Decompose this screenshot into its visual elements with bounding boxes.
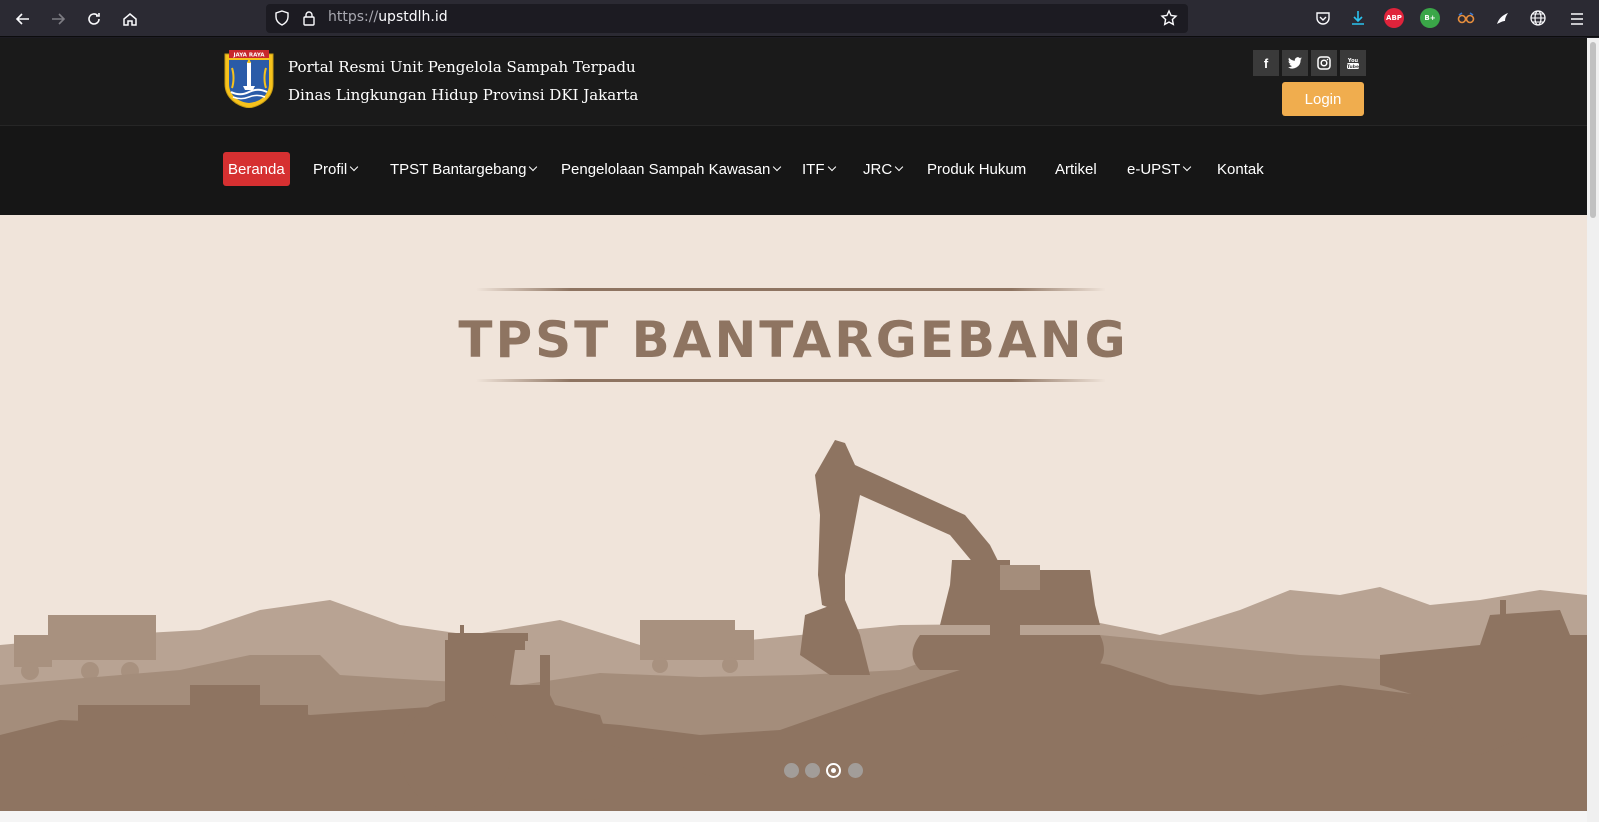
page-content-below (0, 811, 1587, 822)
url-bar[interactable]: https://upstdlh.id (266, 4, 1188, 33)
nav-label: JRC (863, 160, 893, 178)
dki-jakarta-logo[interactable]: JAYA RAYA (223, 48, 275, 108)
chevron-down-icon (529, 162, 538, 172)
nav-label: Pengelolaan Sampah Kawasan (561, 160, 771, 178)
web-page: JAYA RAYA Portal Resmi Unit Pengelola Sa… (0, 38, 1587, 822)
nav-label: Profil (313, 160, 348, 178)
lock-icon[interactable] (302, 10, 316, 26)
nav-label: e-UPST (1127, 160, 1181, 178)
landfill-machinery-illustration (0, 440, 1587, 811)
hamburger-icon (1571, 13, 1583, 25)
chevron-down-icon (1183, 162, 1192, 172)
svg-text:Tube: Tube (1347, 64, 1359, 70)
main-nav: Beranda Profil TPST Bantargebang Pengelo… (0, 126, 1587, 215)
slider-dot-3[interactable] (826, 763, 841, 778)
bookmark-star-icon[interactable] (1160, 9, 1178, 27)
nav-item-profil[interactable]: Profil (308, 152, 362, 186)
back-button[interactable] (10, 6, 36, 32)
globe-extension-icon[interactable] (1528, 8, 1548, 28)
youtube-icon[interactable]: You Tube (1340, 50, 1366, 76)
nav-item-tpst-bantargebang[interactable]: TPST Bantargebang (385, 152, 541, 186)
instagram-icon[interactable] (1311, 50, 1337, 76)
svg-text:JAYA RAYA: JAYA RAYA (232, 53, 265, 59)
shield-icon[interactable] (274, 10, 290, 26)
site-title-line2: Dinas Lingkungan Hidup Provinsi DKI Jaka… (288, 86, 639, 104)
nav-item-beranda[interactable]: Beranda (223, 152, 290, 186)
home-button[interactable] (117, 6, 143, 32)
chevron-down-icon (349, 162, 359, 172)
reload-button[interactable] (81, 6, 107, 32)
forward-button[interactable] (45, 6, 71, 32)
glasses-extension-icon[interactable] (1456, 8, 1476, 28)
hero-title-rule-bottom (476, 379, 1106, 382)
site-header: JAYA RAYA Portal Resmi Unit Pengelola Sa… (0, 38, 1587, 126)
bplus-extension-icon[interactable]: B+ (1420, 8, 1440, 28)
page-scrollbar[interactable] (1587, 38, 1599, 822)
download-icon[interactable] (1348, 8, 1368, 28)
url-scheme: https:// (328, 9, 379, 25)
site-title[interactable]: Portal Resmi Unit Pengelola Sampah Terpa… (288, 53, 638, 109)
bird-extension-icon[interactable] (1492, 8, 1512, 28)
browser-toolbar: https://upstdlh.id ABP B+ (0, 0, 1599, 37)
slider-dot-2[interactable] (805, 763, 820, 778)
site-title-line1: Portal Resmi Unit Pengelola Sampah Terpa… (288, 58, 636, 76)
chevron-down-icon (894, 162, 904, 172)
slider-dot-1[interactable] (784, 763, 799, 778)
nav-label: Beranda (228, 160, 285, 178)
chevron-down-icon (773, 162, 782, 172)
nav-label: Produk Hukum (927, 160, 1027, 178)
url-text[interactable]: https://upstdlh.id (328, 9, 448, 25)
nav-label: ITF (802, 160, 825, 178)
hero-title-rule-top (476, 288, 1106, 291)
reload-icon (88, 13, 100, 25)
login-button[interactable]: Login (1282, 82, 1364, 116)
back-arrow-icon (15, 13, 29, 25)
scrollbar-thumb[interactable] (1590, 42, 1596, 218)
nav-item-pengelolaan-sampah-kawasan[interactable]: Pengelolaan Sampah Kawasan (556, 152, 785, 186)
nav-label: Artikel (1055, 160, 1097, 178)
menu-button[interactable] (1564, 6, 1590, 32)
url-host: upstdlh.id (378, 9, 448, 25)
home-icon (123, 13, 137, 26)
nav-label: Kontak (1217, 160, 1264, 178)
hero-slider[interactable]: TPST BANTARGEBANG (0, 215, 1587, 811)
adblock-plus-icon[interactable]: ABP (1384, 8, 1404, 28)
nav-item-e-upst[interactable]: e-UPST (1122, 152, 1195, 186)
nav-item-kontak[interactable]: Kontak (1212, 152, 1269, 186)
twitter-icon[interactable] (1282, 50, 1308, 76)
nav-item-itf[interactable]: ITF (797, 152, 840, 186)
nav-item-produk-hukum[interactable]: Produk Hukum (922, 152, 1031, 186)
nav-item-artikel[interactable]: Artikel (1050, 152, 1102, 186)
facebook-icon[interactable]: f (1253, 50, 1279, 76)
slider-dot-4[interactable] (848, 763, 863, 778)
forward-arrow-icon (52, 13, 66, 25)
nav-item-jrc[interactable]: JRC (858, 152, 907, 186)
nav-label: TPST Bantargebang (390, 160, 527, 178)
pocket-icon[interactable] (1313, 8, 1333, 28)
chevron-down-icon (827, 162, 836, 172)
hero-title: TPST BANTARGEBANG (458, 311, 1129, 369)
